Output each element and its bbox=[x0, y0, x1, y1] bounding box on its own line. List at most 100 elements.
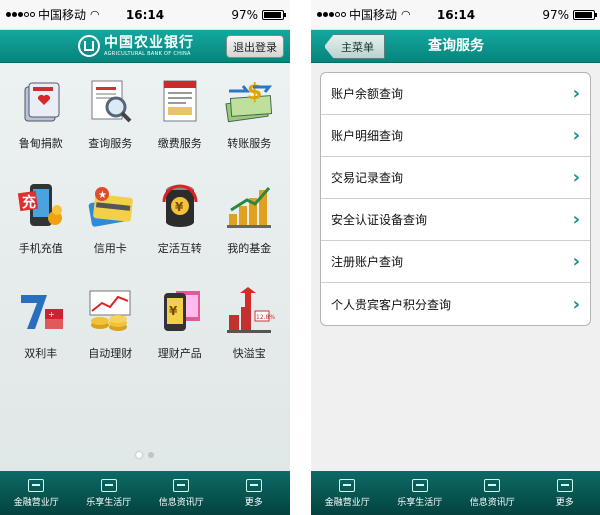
service-tile[interactable]: 12.8% 快溢宝 bbox=[215, 285, 285, 363]
service-tile[interactable]: ¥ 理财产品 bbox=[145, 285, 215, 363]
service-tile[interactable]: ★ 信用卡 bbox=[76, 180, 146, 258]
life-hall-icon bbox=[411, 478, 428, 492]
chevron-right-icon: › bbox=[572, 293, 580, 315]
service-tile[interactable]: 我的基金 bbox=[215, 180, 285, 258]
tab-item[interactable]: 金融营业厅 bbox=[311, 471, 384, 515]
query-service-screen: 中国移动 ◠ 16:14 97% 主菜单 查询服务 账户余额查询 › 账户明细查询 ›… bbox=[311, 0, 600, 515]
chevron-right-icon: › bbox=[572, 83, 580, 104]
tab-label: 乐享生活厅 bbox=[397, 497, 443, 508]
service-grid: 鲁甸捐款 查询服务 缴费服务 $ 转账服务充手机充值 ★ 信用卡 ¥ 定活互转 我的基金 + 双利丰 自… bbox=[6, 75, 284, 363]
query-list-item[interactable]: 个人贵宾客户积分查询 › bbox=[321, 283, 590, 325]
query-item-label: 安全认证设备查询 bbox=[331, 213, 428, 227]
credit-card-icon: ★ bbox=[84, 180, 136, 232]
query-item-label: 注册账户查询 bbox=[331, 255, 404, 269]
wifi-icon: ◠ bbox=[401, 8, 411, 21]
service-tile-label: 快溢宝 bbox=[232, 347, 266, 360]
battery-percent: 97% bbox=[231, 7, 258, 22]
battery-icon bbox=[573, 9, 597, 20]
service-tile-label: 缴费服务 bbox=[157, 137, 202, 150]
magnifier-query-icon bbox=[84, 75, 136, 127]
tab-label: 更多 bbox=[244, 497, 263, 508]
signal-strength-icon bbox=[6, 12, 35, 17]
phone-recharge-icon: 充 bbox=[15, 180, 67, 232]
back-to-main-menu-button[interactable]: 主菜单 bbox=[324, 34, 385, 59]
news-hall-icon bbox=[173, 478, 190, 492]
tab-item[interactable]: 更多 bbox=[529, 471, 600, 515]
battery-icon bbox=[262, 9, 286, 20]
bank-hall-icon bbox=[339, 478, 356, 492]
more-icon bbox=[245, 478, 262, 492]
chevron-right-icon: › bbox=[572, 125, 580, 146]
battery-percent: 97% bbox=[542, 7, 569, 22]
service-tile[interactable]: $ 转账服务 bbox=[215, 75, 285, 153]
bank-hall-icon bbox=[28, 478, 45, 492]
status-bar: 中国移动 ◠ 16:14 97% bbox=[311, 0, 600, 30]
signal-strength-icon bbox=[317, 12, 346, 17]
abc-logo-icon bbox=[78, 35, 100, 57]
auto-finance-icon bbox=[84, 285, 136, 337]
query-list: 账户余额查询 › 账户明细查询 › 交易记录查询 › 安全认证设备查询 › 注册账户查询 › 个人贵… bbox=[320, 72, 591, 326]
svg-text:充: 充 bbox=[22, 194, 36, 211]
query-item-label: 交易记录查询 bbox=[331, 171, 404, 185]
currency-exchange-icon: ¥ bbox=[154, 180, 206, 232]
query-item-label: 账户余额查询 bbox=[331, 87, 404, 101]
fund-chart-icon bbox=[223, 180, 275, 232]
service-tile[interactable]: 充手机充值 bbox=[6, 180, 76, 258]
query-list-item[interactable]: 账户余额查询 › bbox=[321, 73, 590, 115]
service-tile-label: 理财产品 bbox=[157, 347, 202, 360]
chevron-right-icon: › bbox=[572, 209, 580, 230]
logout-button[interactable]: 退出登录 bbox=[226, 35, 284, 58]
service-tile[interactable]: 缴费服务 bbox=[145, 75, 215, 153]
double-profit-icon: + bbox=[15, 285, 67, 337]
service-tile-label: 鲁甸捐款 bbox=[18, 137, 63, 150]
service-tile-label: 双利丰 bbox=[24, 347, 58, 360]
svg-text:¥: ¥ bbox=[169, 304, 178, 318]
tab-item[interactable]: 更多 bbox=[218, 471, 291, 515]
pay-bill-icon bbox=[154, 75, 206, 127]
service-tile-label: 转账服务 bbox=[227, 137, 272, 150]
news-hall-icon bbox=[484, 478, 501, 492]
growth-bars-icon: 12.8% bbox=[223, 285, 276, 337]
query-item-label: 个人贵宾客户积分查询 bbox=[331, 297, 452, 312]
header-bar: 中国农业银行 AGRICULTURAL BANK OF CHINA 退出登录 bbox=[0, 30, 290, 63]
query-list-item[interactable]: 注册账户查询 › bbox=[321, 241, 590, 283]
page-indicator bbox=[0, 452, 290, 458]
svg-text:★: ★ bbox=[98, 190, 107, 201]
svg-text:12.8%: 12.8% bbox=[256, 314, 275, 321]
tab-label: 乐享生活厅 bbox=[86, 497, 132, 508]
page-dot-active[interactable] bbox=[136, 452, 142, 458]
donation-box-icon bbox=[15, 75, 67, 127]
page-dot[interactable] bbox=[148, 452, 154, 458]
money-transfer-icon: $ bbox=[223, 75, 275, 127]
tab-item[interactable]: 金融营业厅 bbox=[0, 471, 73, 515]
header-bar: 主菜单 查询服务 bbox=[311, 30, 600, 63]
tab-item[interactable]: 乐享生活厅 bbox=[73, 471, 146, 515]
service-tile-label: 自动理财 bbox=[88, 347, 133, 360]
service-tile[interactable]: + 双利丰 bbox=[6, 285, 76, 363]
tab-label: 更多 bbox=[555, 497, 574, 508]
chevron-right-icon: › bbox=[572, 167, 580, 188]
tab-item[interactable]: 乐享生活厅 bbox=[384, 471, 457, 515]
bank-name-en: AGRICULTURAL BANK OF CHINA bbox=[104, 50, 191, 57]
chevron-right-icon: › bbox=[572, 251, 580, 272]
service-tile[interactable]: 查询服务 bbox=[76, 75, 146, 153]
service-tile-label: 手机充值 bbox=[18, 242, 63, 255]
svg-text:¥: ¥ bbox=[175, 200, 184, 214]
main-menu-screen: 中国移动 ◠ 16:14 97% 中国农业银行 AGRICULTURAL BAN… bbox=[0, 0, 290, 515]
bank-name-cn: 中国农业银行 bbox=[104, 34, 194, 51]
finance-product-icon: ¥ bbox=[154, 285, 206, 337]
query-list-item[interactable]: 账户明细查询 › bbox=[321, 115, 590, 157]
tab-item[interactable]: 信息资讯厅 bbox=[145, 471, 218, 515]
service-tile[interactable]: ¥ 定活互转 bbox=[145, 180, 215, 258]
service-tile-label: 定活互转 bbox=[157, 242, 202, 255]
carrier-name: 中国移动 bbox=[349, 8, 398, 22]
service-tile-label: 查询服务 bbox=[88, 137, 133, 150]
more-icon bbox=[556, 478, 573, 492]
query-list-item[interactable]: 交易记录查询 › bbox=[321, 157, 590, 199]
svg-text:+: + bbox=[48, 310, 55, 319]
query-list-item[interactable]: 安全认证设备查询 › bbox=[321, 199, 590, 241]
service-tile[interactable]: 自动理财 bbox=[76, 285, 146, 363]
carrier-name: 中国移动 bbox=[38, 8, 87, 22]
service-tile[interactable]: 鲁甸捐款 bbox=[6, 75, 76, 153]
tab-item[interactable]: 信息资讯厅 bbox=[456, 471, 529, 515]
